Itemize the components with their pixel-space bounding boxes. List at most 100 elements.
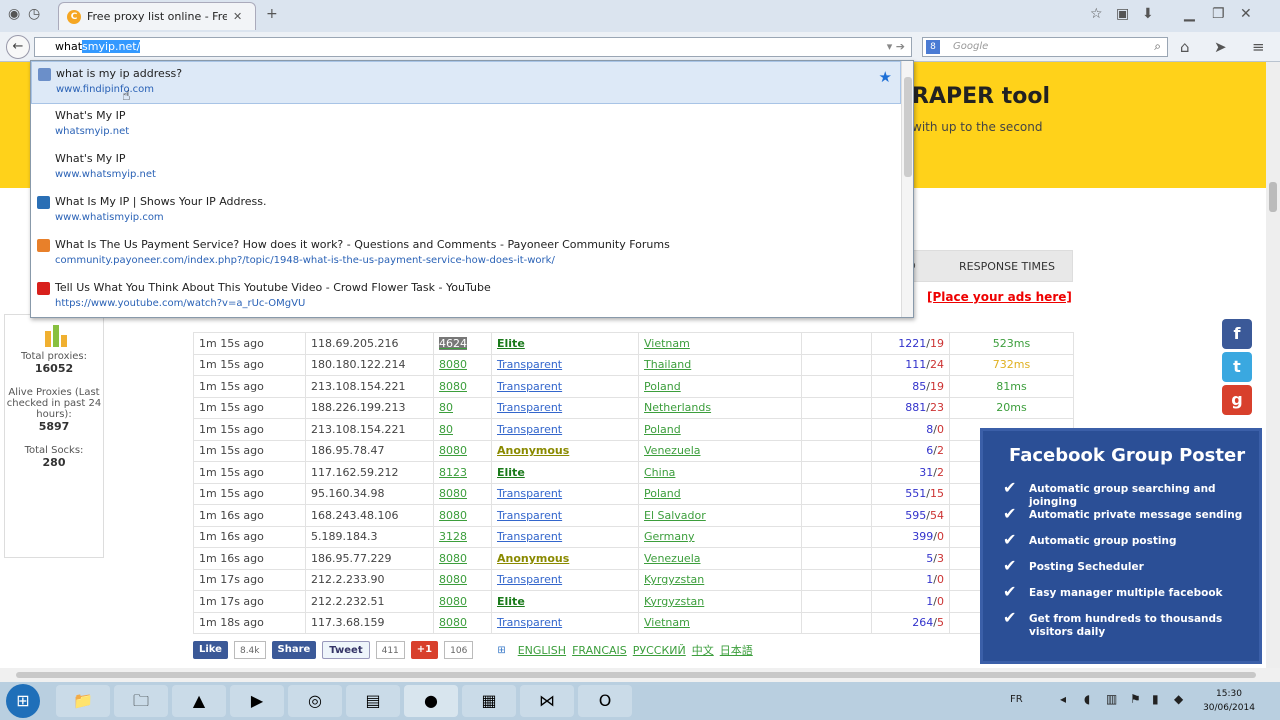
tray-show-icon[interactable]: ◂: [1060, 692, 1066, 706]
country-link[interactable]: Poland: [638, 418, 802, 441]
port[interactable]: 8080: [433, 375, 492, 398]
visual-studio-task-icon[interactable]: ⋈: [520, 685, 574, 717]
country-link[interactable]: China: [638, 461, 802, 484]
autocomplete-item[interactable]: What's My IP whatsmyip.net: [31, 104, 901, 147]
port[interactable]: 8080: [433, 611, 492, 634]
language-link[interactable]: РУССКИЙ: [633, 644, 686, 657]
start-button[interactable]: ⊞: [6, 684, 40, 718]
country-link[interactable]: Netherlands: [638, 396, 802, 419]
anonymity-link[interactable]: Transparent: [497, 509, 562, 522]
page-vertical-scrollbar[interactable]: [1266, 62, 1280, 668]
country-link[interactable]: El Salvador: [638, 504, 802, 527]
anonymity-link[interactable]: Transparent: [497, 401, 562, 414]
autocomplete-item[interactable]: What Is The Us Payment Service? How does…: [31, 233, 901, 276]
country-link[interactable]: Vietnam: [638, 332, 802, 355]
horizontal-scroll-thumb[interactable]: [16, 672, 1256, 678]
back-button[interactable]: ←: [6, 35, 30, 59]
vertical-scroll-thumb[interactable]: [1269, 182, 1277, 212]
country-link[interactable]: Venezuela: [638, 547, 802, 570]
country-link[interactable]: Venezuela: [638, 439, 802, 462]
restore-icon[interactable]: ❐: [1212, 6, 1225, 22]
country-link[interactable]: Vietnam: [638, 611, 802, 634]
browser-tab[interactable]: C Free proxy list online - Free... ✕: [58, 2, 256, 30]
google-plus-icon[interactable]: g: [1222, 385, 1252, 415]
close-tab-icon[interactable]: ✕: [233, 10, 242, 23]
autocomplete-scrollbar[interactable]: [901, 61, 913, 317]
port[interactable]: 8080: [433, 439, 492, 462]
camera-icon[interactable]: ▣: [1116, 6, 1129, 22]
anonymity-link[interactable]: Transparent: [497, 380, 562, 393]
tray-network-icon[interactable]: ▥: [1106, 692, 1117, 706]
firefox-task-icon[interactable]: ●: [404, 685, 458, 717]
download-icon[interactable]: ⬇: [1142, 6, 1154, 22]
anonymity-link[interactable]: Elite: [497, 337, 525, 350]
minimize-icon[interactable]: ▁: [1184, 6, 1195, 22]
document-task-icon[interactable]: ▤: [346, 685, 400, 717]
port[interactable]: 8080: [433, 568, 492, 591]
url-bar[interactable]: whatsmyip.net/ ▾ ➔: [34, 37, 912, 57]
port[interactable]: 8080: [433, 504, 492, 527]
response-times-header[interactable]: RESPONSE TIMES: [940, 251, 1074, 283]
anonymity-link[interactable]: Elite: [497, 466, 525, 479]
fb-share-button[interactable]: Share: [271, 641, 317, 659]
go-arrow-icon[interactable]: ▾ ➔: [887, 40, 905, 53]
page-horizontal-scrollbar[interactable]: [0, 668, 1280, 682]
language-link[interactable]: 日本語: [720, 644, 753, 657]
country-link[interactable]: Thailand: [638, 353, 802, 376]
explorer-task-icon[interactable]: 📁: [56, 685, 110, 717]
autocomplete-item[interactable]: what is my ip address? www.findipinfo.com…: [31, 61, 901, 104]
facebook-icon[interactable]: f: [1222, 319, 1252, 349]
hamburger-menu-icon[interactable]: ≡: [1252, 38, 1265, 56]
autocomplete-scroll-thumb[interactable]: [904, 77, 912, 177]
opera-task-icon[interactable]: O: [578, 685, 632, 717]
port[interactable]: 80: [433, 396, 492, 419]
place-ads-link[interactable]: [Place your ads here]: [927, 290, 1072, 304]
port[interactable]: 3128: [433, 525, 492, 548]
vlc-task-icon[interactable]: ▲: [172, 685, 226, 717]
port[interactable]: 4624: [433, 332, 492, 355]
port[interactable]: 8123: [433, 461, 492, 484]
autocomplete-item[interactable]: What Is My IP | Shows Your IP Address. ww…: [31, 190, 901, 233]
media-player-task-icon[interactable]: ▶: [230, 685, 284, 717]
chrome-task-icon[interactable]: ◎: [288, 685, 342, 717]
anonymity-link[interactable]: Elite: [497, 595, 525, 608]
language-link[interactable]: FRANCAIS: [572, 644, 627, 657]
anonymity-link[interactable]: Transparent: [497, 358, 562, 371]
country-link[interactable]: Poland: [638, 375, 802, 398]
tray-shield-icon[interactable]: ◆: [1174, 692, 1183, 706]
language-link[interactable]: ENGLISH: [518, 644, 566, 657]
country-link[interactable]: Kyrgyzstan: [638, 590, 802, 613]
port[interactable]: 8080: [433, 547, 492, 570]
close-window-icon[interactable]: ✕: [1240, 6, 1252, 22]
country-link[interactable]: Kyrgyzstan: [638, 568, 802, 591]
anonymity-link[interactable]: Transparent: [497, 573, 562, 586]
tray-battery-icon[interactable]: ▮: [1152, 692, 1159, 706]
tray-volume-icon[interactable]: ◖: [1084, 692, 1090, 706]
home-icon[interactable]: ⌂: [1180, 38, 1190, 56]
anonymity-link[interactable]: Anonymous: [497, 552, 569, 565]
new-tab-icon[interactable]: +: [266, 6, 278, 22]
search-engine-icon[interactable]: 8: [926, 40, 940, 54]
tray-flag-icon[interactable]: ⚑: [1130, 692, 1141, 706]
fb-like-button[interactable]: Like: [193, 641, 228, 659]
facebook-group-poster-ad[interactable]: Facebook Group Poster ✔ Automatic group s…: [980, 428, 1262, 664]
port[interactable]: 8080: [433, 482, 492, 505]
calendar-task-icon[interactable]: ▦: [462, 685, 516, 717]
autocomplete-item[interactable]: Tell Us What You Think About This Youtub…: [31, 276, 901, 317]
port[interactable]: 8080: [433, 590, 492, 613]
search-icon[interactable]: ⌕: [1154, 39, 1161, 54]
anonymity-link[interactable]: Transparent: [497, 487, 562, 500]
input-language[interactable]: FR: [1010, 694, 1023, 705]
port[interactable]: 80: [433, 418, 492, 441]
anonymity-link[interactable]: Transparent: [497, 616, 562, 629]
country-link[interactable]: Germany: [638, 525, 802, 548]
gplus-button[interactable]: +1: [410, 641, 439, 659]
anonymity-link[interactable]: Transparent: [497, 530, 562, 543]
star-icon[interactable]: ☆: [1090, 6, 1103, 22]
system-clock[interactable]: 15:30 30/06/2014: [1198, 687, 1260, 715]
send-icon[interactable]: ➤: [1214, 38, 1227, 56]
anonymity-link[interactable]: Transparent: [497, 423, 562, 436]
folder-task-icon[interactable]: 🗀: [114, 685, 168, 717]
language-link[interactable]: 中文: [692, 644, 714, 657]
history-icon[interactable]: ◷: [28, 6, 40, 22]
